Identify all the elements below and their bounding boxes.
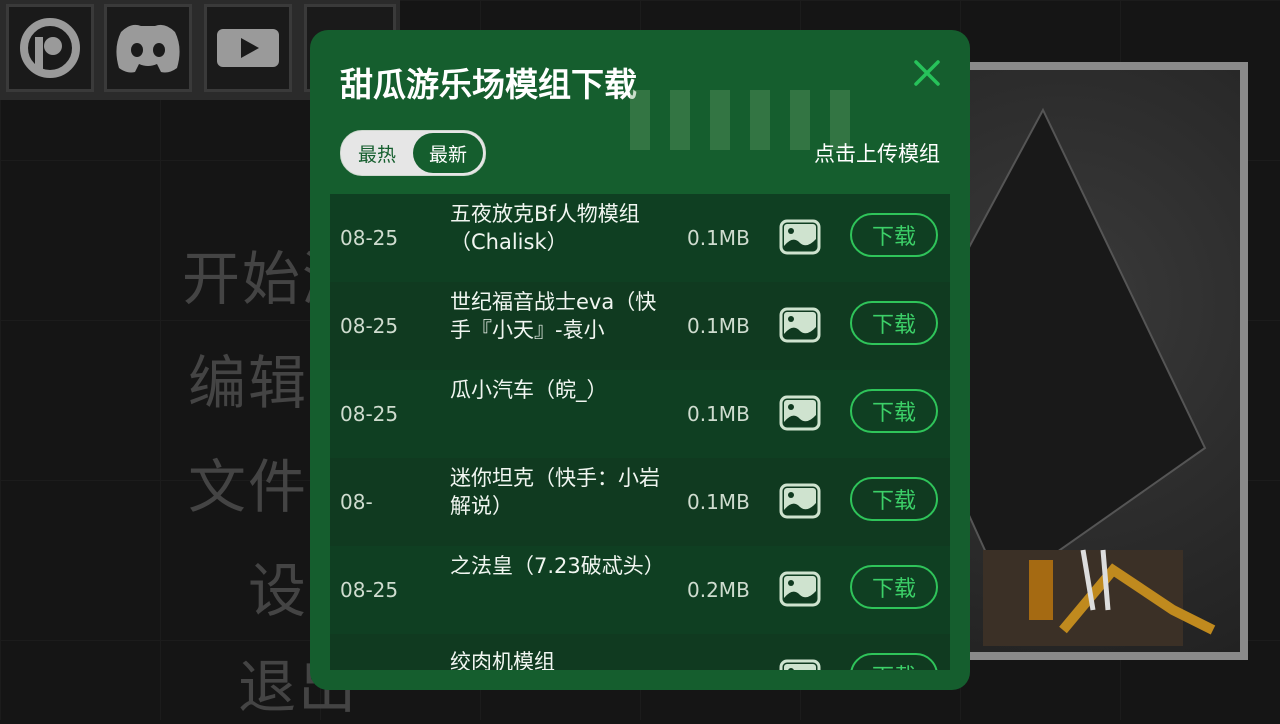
mod-name: 五夜放克Bf人物模组（Chalisk） [450,202,640,254]
mod-download-dialog: 甜瓜游乐场模组下载 最热 最新 点击上传模组 08-25 五夜放克Bf人物模组（… [310,30,970,690]
list-item: 绞肉机模组 下载 [330,634,950,670]
close-icon[interactable] [910,56,944,90]
youtube-button[interactable] [204,4,292,92]
mod-size: 0.1MB [687,226,750,250]
mod-name: 迷你坦克（快手：小岩解说） [450,466,660,518]
patreon-icon [20,18,80,78]
image-preview-icon[interactable] [779,307,821,343]
list-item: 08-25 五夜放克Bf人物模组（Chalisk） 0.1MB 下载 [330,194,950,282]
tab-hot[interactable]: 最热 [343,133,411,173]
mod-date: 08-25 [340,314,399,338]
download-button[interactable]: 下载 [850,477,938,521]
image-preview-icon[interactable] [779,483,821,519]
level-preview [935,62,1248,660]
mod-name: 绞肉机模组 [450,650,555,670]
list-item: 08-25 世纪福音战士eva（快手『小天』-袁小 0.1MB 下载 [330,282,950,370]
image-preview-icon[interactable] [779,659,821,670]
sort-toggle: 最热 最新 [340,130,486,176]
tab-new[interactable]: 最新 [413,133,483,173]
mod-date: 08-25 [340,402,399,426]
list-item: 08-25 之法皇（7.23破忒头） 0.2MB 下载 [330,546,950,634]
image-preview-icon[interactable] [779,571,821,607]
download-button[interactable]: 下载 [850,389,938,433]
mod-size: 0.1MB [687,402,750,426]
discord-button[interactable] [104,4,192,92]
image-preview-icon[interactable] [779,219,821,255]
image-preview-icon[interactable] [779,395,821,431]
mod-date: 08-25 [340,578,399,602]
mod-size: 0.1MB [687,490,750,514]
download-button[interactable]: 下载 [850,565,938,609]
upload-mod-link[interactable]: 点击上传模组 [814,138,940,168]
discord-icon [116,24,180,73]
mod-date: 08- [340,490,373,514]
list-item: 08- 迷你坦克（快手：小岩解说） 0.1MB 下载 [330,458,950,546]
patreon-button[interactable] [6,4,94,92]
list-item: 08-25 瓜小汽车（皖_） 0.1MB 下载 [330,370,950,458]
preview-scene [943,70,1240,652]
download-button[interactable]: 下载 [850,653,938,670]
youtube-icon [217,29,279,67]
dialog-title: 甜瓜游乐场模组下载 [340,65,637,104]
mod-size: 0.1MB [687,314,750,338]
mod-list: 08-25 五夜放克Bf人物模组（Chalisk） 0.1MB 下载 08-25… [330,194,950,670]
mod-name: 之法皇（7.23破忒头） [450,554,660,578]
mod-size: 0.2MB [687,578,750,602]
mod-name: 瓜小汽车（皖_） [450,378,608,402]
mod-name: 世纪福音战士eva（快手『小天』-袁小 [450,290,657,342]
download-button[interactable]: 下载 [850,301,938,345]
download-button[interactable]: 下载 [850,213,938,257]
mod-date: 08-25 [340,226,399,250]
preview-shapes [943,107,1216,646]
